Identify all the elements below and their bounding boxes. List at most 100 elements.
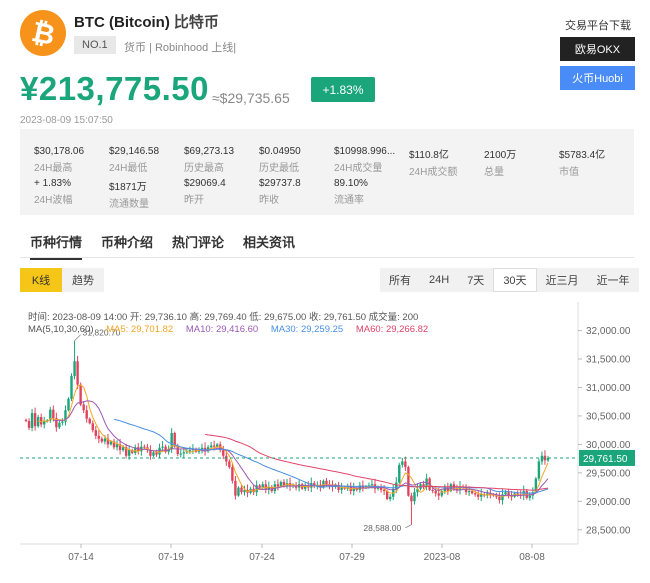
tab-comments[interactable]: 热门评论 [172,232,224,251]
candle-body [103,438,107,442]
candle-body [79,384,82,405]
candle-body [152,452,155,456]
tab-news[interactable]: 相关资讯 [243,232,295,251]
tab-bar: 币种行情 币种介绍 热门评论 相关资讯 [20,228,634,260]
candle-body [388,496,392,500]
candle-body [182,452,186,454]
range-all[interactable]: 所有 [380,268,420,292]
bitcoin-logo: ₿ [20,10,66,56]
candle-body [30,413,34,428]
x-tick-label: 07-29 [339,552,365,563]
candle-body [431,489,434,492]
candle-body [225,455,228,462]
candle-body [176,446,179,455]
candle-body [73,361,76,377]
candle-body [398,464,401,483]
usd-price: ≈$29,735.65 [212,90,290,106]
candle-body [498,496,501,501]
candle-body [24,419,28,422]
y-tick-label: 28,500.00 [586,525,631,536]
candle-body [258,485,261,488]
range-30d[interactable]: 30天 [493,268,537,292]
range-selector: 所有 24H 7天 30天 近三月 近一年 [380,268,639,292]
coin-cn-name: 比特币 [173,14,219,31]
candle-body [76,361,79,385]
range-1y[interactable]: 近一年 [588,268,639,292]
stats-panel: $30,178.06 24H最高 $29,146.58 24H最低 $69,273.… [20,129,634,215]
high-annotation-pointer [74,334,81,342]
candle-body [480,494,483,497]
kline-button[interactable]: K线 [20,268,62,292]
candle-body [215,444,219,447]
price-timestamp: 2023-08-09 15:07:50 [20,115,113,126]
candle-body [85,410,88,419]
candle-body [115,444,119,448]
candle-body [276,484,280,487]
ma10-value: MA10: 29,416.60 [185,324,259,335]
x-tick-label: 2023-08 [424,552,461,563]
candle-body [88,418,91,424]
candle-body [528,495,531,498]
x-tick-label: 07-19 [158,552,184,563]
stat-market-cap: $5783.4亿 市值 [559,150,606,178]
range-3m[interactable]: 近三月 [537,268,588,292]
stat-24h-volume: $10998.996... 24H成交量 [334,146,396,174]
ma5-value: MA5: 29,701.82 [106,324,174,335]
candle-body [404,461,407,468]
candle-body [82,404,85,411]
okx-download-button[interactable]: 欧易OKX [560,37,635,61]
x-tick-label: 07-14 [68,552,94,563]
current-price-label: 29,761.50 [583,454,628,465]
coin-name: BTC (Bitcoin) [74,14,170,31]
huobi-download-button[interactable]: 火币Huobi [560,66,635,90]
ma30-value: MA30: 29,259.25 [270,324,344,335]
candle-body [240,487,243,493]
candle-body [434,491,437,494]
candle-body [370,484,374,486]
candle-body [476,494,480,497]
candle-body [58,422,61,428]
tab-intro[interactable]: 币种介绍 [101,232,153,251]
candle-body [91,423,94,431]
ohlc-readout: 时间: 2023-08-09 14:00 开: 29,736.10 高: 29,… [28,312,419,323]
ma30-line [113,418,549,494]
stat-24h-high: $30,178.06 24H最高 [34,146,85,174]
ma-readout: MA(5,10,30,60) MA5: 29,701.82 MA10: 29,4… [28,324,438,335]
range-7d[interactable]: 7天 [458,268,493,292]
trend-button[interactable]: 趋势 [62,268,104,292]
stat-circulation-rate: 89.10% 流通率 [334,178,368,206]
stat-prev-open: $29069.4 昨开 [184,178,226,206]
candle-body [437,493,440,496]
candle-body [188,450,192,452]
kline-chart-svg[interactable]: 28,500.00 29,000.00 29,500.00 30,000.00 30,5… [20,302,635,570]
candle-body [52,409,55,419]
candle-body [43,421,46,425]
candle-body [121,447,125,451]
candle-body [237,487,240,496]
candle-body [158,447,161,455]
candle-body [410,495,413,502]
stat-ath: $69,273.13 历史最高 [184,146,235,174]
candle-body [67,398,70,411]
candle-body [155,452,158,455]
candle-body [413,492,416,502]
candle-body [94,430,98,436]
candle-body [540,455,544,462]
low-annotation-label: 28,588.00 [363,523,401,533]
y-tick-label: 29,500.00 [586,468,631,479]
candle-body [234,480,237,496]
price-chart[interactable]: 28,500.00 29,000.00 29,500.00 30,000.00 30,5… [20,302,635,570]
candle-body [470,491,474,494]
tab-market[interactable]: 币种行情 [30,232,83,260]
candle-body [407,467,410,496]
ma-label: MA(5,10,30,60) [28,324,94,335]
x-tick-label: 07-24 [249,552,275,563]
y-tick-label: 31,500.00 [586,355,631,366]
candle-body [143,446,146,448]
candle-body [231,467,234,481]
stat-circulating: $1871万 流通数量 [109,182,149,210]
range-24h[interactable]: 24H [420,268,458,292]
chart-type-toggle: K线 趋势 [20,268,104,292]
stat-24h-range: + 1.83% 24H波幅 [34,178,73,206]
stat-24h-turnover: $110.8亿 24H成交额 [409,150,458,178]
